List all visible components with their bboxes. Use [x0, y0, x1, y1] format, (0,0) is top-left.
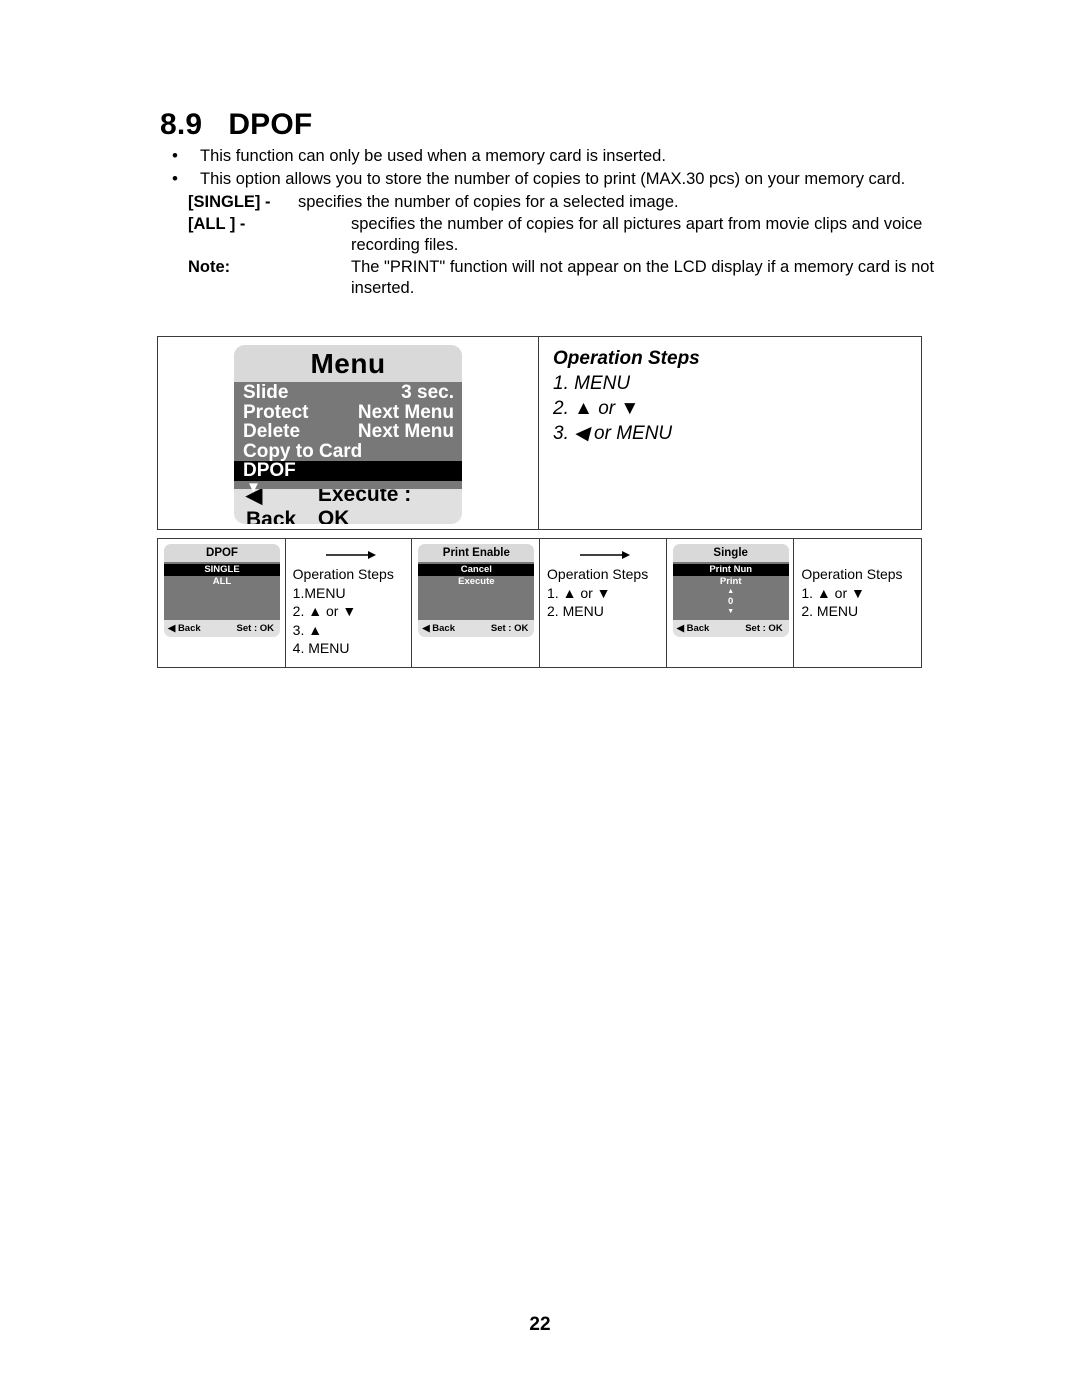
definition-all: [ALL ] - specifies the number of copies …: [160, 214, 950, 256]
page-heading: 8.9 DPOF: [160, 108, 312, 142]
table-cell-operation-steps: Operation Steps 1. MENU 2. ▲ or ▼ 3. ◀ o…: [539, 337, 921, 529]
lcd-body: Slide 3 sec. Protect Next Menu Delete Ne…: [234, 382, 462, 495]
lcd-footer: ◀ Back Set : OK: [418, 620, 535, 637]
operation-step-line: 1. ▲ or ▼: [801, 584, 865, 601]
definition-term: [SINGLE] -: [188, 193, 271, 211]
lcd-footer: ◀ Back Set : OK: [164, 620, 280, 637]
lcd-screen-menu: Menu Slide 3 sec. Protect Next Menu Dele…: [234, 345, 462, 524]
lcd-title: Print Enable: [418, 544, 535, 562]
bullet-item: • This function can only be used when a …: [160, 146, 950, 167]
menu-row-label: Protect: [243, 401, 309, 423]
option-print[interactable]: Print: [673, 576, 789, 588]
table-cell-steps-2: Operation Steps 1. ▲ or ▼ 2. MENU: [540, 539, 667, 667]
flow-arrow-icon: [325, 551, 376, 559]
option-print-nun[interactable]: Print Nun: [672, 564, 789, 576]
definition-desc: The "PRINT" function will not appear on …: [351, 258, 935, 297]
bullet-dot-icon: •: [172, 146, 178, 165]
menu-row-value: Next Menu: [357, 421, 454, 442]
operation-steps-block: Operation Steps 1. ▲ or ▼ 2. MENU: [547, 565, 648, 621]
back-button[interactable]: ◀ Back: [168, 623, 201, 634]
menu-row-label: Delete: [243, 421, 301, 442]
bullet-text: This function can only be used when a me…: [200, 147, 666, 165]
menu-row-delete[interactable]: Delete Next Menu: [234, 422, 462, 442]
back-button[interactable]: ◀ Back: [677, 623, 710, 634]
bullet-text: This option allows you to store the numb…: [200, 170, 906, 188]
spinner-up-icon[interactable]: ▲: [673, 588, 789, 596]
option-all[interactable]: ALL: [164, 576, 280, 588]
set-ok-label[interactable]: Set : OK: [491, 623, 528, 634]
operation-step-line: 2. MENU: [547, 603, 604, 619]
menu-row-slide[interactable]: Slide 3 sec.: [234, 383, 462, 403]
table-cell-lcd-menu: Menu Slide 3 sec. Protect Next Menu Dele…: [158, 337, 539, 529]
document-page: 8.9 DPOF • This function can only be used…: [0, 0, 1080, 1397]
definition-term: Note:: [188, 258, 231, 276]
set-ok-label[interactable]: Set : OK: [745, 623, 782, 634]
operation-steps-title: Operation Steps: [553, 348, 700, 369]
operation-step-line: 1. ▲ or ▼: [547, 584, 611, 601]
scroll-down-icon[interactable]: ▼: [234, 480, 462, 495]
lcd-body: Cancel Execute: [418, 562, 535, 620]
menu-row-copy-to-card[interactable]: Copy to Card: [234, 440, 462, 462]
operation-step-line: 4. MENU: [292, 640, 350, 656]
menu-row-value: Next Menu: [357, 401, 454, 423]
lcd-screen-single: Single Print Nun Print ▲ 0 ▼ ◀ Back Set …: [672, 544, 789, 637]
menu-illustration-table: Menu Slide 3 sec. Protect Next Menu Dele…: [157, 336, 922, 530]
definition-note: Note: The "PRINT" function will not appe…: [160, 257, 950, 299]
menu-row-value: 3 sec.: [401, 382, 454, 403]
operation-steps-block: Operation Steps 1. MENU 2. ▲ or ▼ 3. ◀ o…: [553, 346, 700, 446]
operation-step-line: 3. ▲: [292, 621, 323, 638]
table-cell-lcd-single: Single Print Nun Print ▲ 0 ▼ ◀ Back Set …: [667, 539, 795, 667]
spinner-value: 0: [728, 596, 734, 607]
bullet-dot-icon: •: [172, 169, 178, 188]
operation-steps-block: Operation Steps 1. ▲ or ▼ 2. MENU: [801, 565, 902, 621]
table-cell-lcd-dpof: DPOF SINGLE ALL ◀ Back Set : OK: [158, 539, 286, 667]
page-number: 22: [529, 1314, 551, 1335]
option-cancel[interactable]: Cancel: [418, 564, 535, 576]
operation-steps-title: Operation Steps: [292, 566, 394, 582]
lcd-body: Print Nun Print ▲ 0 ▼: [672, 562, 789, 620]
operation-step-line: 2. ▲ or ▼: [292, 603, 357, 619]
definition-single: [SINGLE] - specifies the number of copie…: [160, 192, 950, 213]
operation-step-line: 2. ▲ or ▼: [553, 398, 640, 419]
lcd-title: Menu: [234, 345, 462, 382]
back-button[interactable]: ◀ Back: [422, 623, 455, 634]
lcd-footer: ◀ Back Set : OK: [672, 620, 789, 637]
dpof-flow-table: DPOF SINGLE ALL ◀ Back Set : OK Operatio…: [157, 538, 922, 668]
operation-step-line: 1.MENU: [292, 584, 346, 601]
operation-steps-title: Operation Steps: [547, 566, 649, 582]
definition-term: [ALL ] -: [188, 215, 246, 233]
table-cell-steps-1: Operation Steps 1.MENU 2. ▲ or ▼ 3. ▲ 4.…: [286, 539, 413, 667]
lcd-title: DPOF: [164, 544, 280, 562]
menu-row-protect[interactable]: Protect Next Menu: [234, 401, 462, 423]
lcd-body: SINGLE ALL: [164, 562, 280, 620]
option-execute[interactable]: Execute: [418, 576, 534, 588]
definition-desc: specifies the number of copies for all p…: [351, 215, 923, 254]
operation-step-line: 1. MENU: [553, 373, 631, 394]
operation-steps-block: Operation Steps 1.MENU 2. ▲ or ▼ 3. ▲ 4.…: [293, 565, 394, 658]
heading-title: DPOF: [228, 108, 313, 141]
operation-step-line: 2. MENU: [801, 603, 859, 619]
menu-row-label: DPOF: [243, 460, 296, 481]
menu-row-label: Slide: [243, 382, 289, 403]
option-single[interactable]: SINGLE: [164, 564, 280, 576]
table-cell-lcd-print-enable: Print Enable Cancel Execute ◀ Back Set :…: [412, 539, 541, 667]
table-cell-steps-3: Operation Steps 1. ▲ or ▼ 2. MENU: [794, 539, 921, 667]
flow-arrow-icon: [580, 551, 631, 559]
lcd-title: Single: [672, 544, 789, 562]
definition-desc: specifies the number of copies for a sel…: [298, 193, 679, 211]
spinner-down-icon[interactable]: ▼: [673, 608, 789, 616]
operation-steps-title: Operation Steps: [801, 566, 903, 582]
body-copy: • This function can only be used when a …: [160, 146, 950, 299]
heading-number: 8.9: [160, 108, 203, 141]
menu-row-label: Copy to Card: [243, 440, 363, 462]
lcd-screen-dpof: DPOF SINGLE ALL ◀ Back Set : OK: [164, 544, 280, 637]
operation-step-line: 3. ◀ or MENU: [553, 423, 673, 444]
lcd-screen-print-enable: Print Enable Cancel Execute ◀ Back Set :…: [418, 544, 535, 637]
bullet-item: • This option allows you to store the nu…: [160, 169, 950, 190]
set-ok-label[interactable]: Set : OK: [237, 623, 274, 634]
menu-row-dpof[interactable]: DPOF: [234, 461, 462, 481]
